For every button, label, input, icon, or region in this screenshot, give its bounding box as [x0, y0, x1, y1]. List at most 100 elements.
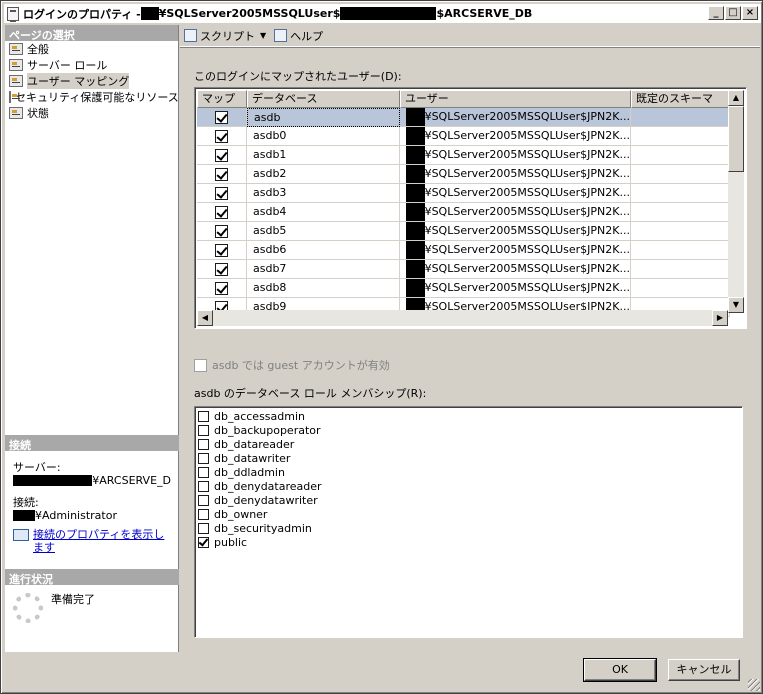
schema-cell[interactable] [631, 222, 730, 241]
map-checkbox[interactable] [215, 129, 228, 143]
role-item[interactable]: db_denydatareader [198, 479, 739, 493]
role-checkbox[interactable] [198, 410, 209, 422]
map-cell[interactable] [197, 108, 247, 127]
scroll-left-icon[interactable]: ◀ [197, 310, 213, 326]
database-cell[interactable]: asdb4 [247, 203, 400, 222]
map-checkbox[interactable] [215, 224, 228, 238]
role-checkbox[interactable] [198, 536, 209, 548]
database-cell[interactable]: asdb3 [247, 184, 400, 203]
user-cell[interactable]: ¥SQLServer2005MSSQLUser$JPN2K... [400, 127, 631, 146]
database-cell[interactable]: asdb5 [247, 222, 400, 241]
user-cell[interactable]: ¥SQLServer2005MSSQLUser$JPN2K... [400, 108, 631, 127]
map-cell[interactable] [197, 279, 247, 298]
sidebar-item[interactable]: サーバー ロール [5, 57, 178, 73]
role-item[interactable]: db_accessadmin [198, 409, 739, 423]
role-item[interactable]: db_datawriter [198, 451, 739, 465]
guest-enabled-checkbox[interactable] [194, 358, 207, 372]
scroll-down-icon[interactable]: ▼ [728, 297, 744, 313]
role-membership-list[interactable]: db_accessadmin db_backupoperator db_datare… [194, 406, 743, 638]
schema-cell[interactable] [631, 146, 730, 165]
schema-cell[interactable] [631, 108, 730, 127]
ok-button[interactable]: OK [583, 658, 657, 682]
role-checkbox[interactable] [198, 480, 209, 492]
title-bar[interactable]: ログインのプロパティ - ¥SQLServer2005MSSQLUser$ $A… [4, 4, 761, 23]
role-checkbox[interactable] [198, 508, 209, 520]
role-item[interactable]: public [198, 535, 739, 549]
user-cell[interactable]: ¥SQLServer2005MSSQLUser$JPN2K... [400, 241, 631, 260]
maximize-button[interactable]: □ [725, 6, 741, 20]
help-button[interactable]: ヘルプ [274, 28, 323, 44]
table-row[interactable]: asdb4 ¥SQLServer2005MSSQLUser$JPN2K... [197, 203, 730, 222]
cancel-button[interactable]: キャンセル [668, 659, 740, 681]
map-cell[interactable] [197, 165, 247, 184]
map-cell[interactable] [197, 127, 247, 146]
map-checkbox[interactable] [215, 148, 228, 162]
resize-grip-icon[interactable] [748, 679, 760, 691]
minimize-button[interactable]: _ [708, 6, 724, 20]
map-checkbox[interactable] [215, 205, 228, 219]
user-cell[interactable]: ¥SQLServer2005MSSQLUser$JPN2K... [400, 146, 631, 165]
role-item[interactable]: db_owner [198, 507, 739, 521]
role-checkbox[interactable] [198, 438, 209, 450]
role-item[interactable]: db_backupoperator [198, 423, 739, 437]
map-checkbox[interactable] [215, 167, 228, 181]
map-cell[interactable] [197, 146, 247, 165]
map-cell[interactable] [197, 260, 247, 279]
column-header-map[interactable]: マップ [197, 90, 247, 108]
schema-cell[interactable] [631, 260, 730, 279]
role-checkbox[interactable] [198, 466, 209, 478]
table-row[interactable]: asdb6 ¥SQLServer2005MSSQLUser$JPN2K... [197, 241, 730, 260]
map-cell[interactable] [197, 241, 247, 260]
map-cell[interactable] [197, 203, 247, 222]
table-row[interactable]: asdb7 ¥SQLServer2005MSSQLUser$JPN2K... [197, 260, 730, 279]
map-checkbox[interactable] [215, 262, 228, 276]
schema-cell[interactable] [631, 127, 730, 146]
column-header-user[interactable]: ユーザー [400, 90, 631, 108]
schema-cell[interactable] [631, 184, 730, 203]
column-header-database[interactable]: データベース [247, 90, 400, 108]
map-checkbox[interactable] [215, 186, 228, 200]
database-cell[interactable]: asdb0 [247, 127, 400, 146]
table-row[interactable]: asdb1 ¥SQLServer2005MSSQLUser$JPN2K... [197, 146, 730, 165]
map-checkbox[interactable] [215, 243, 228, 257]
map-checkbox[interactable] [215, 281, 228, 295]
user-cell[interactable]: ¥SQLServer2005MSSQLUser$JPN2K... [400, 165, 631, 184]
table-row[interactable]: asdb3 ¥SQLServer2005MSSQLUser$JPN2K... [197, 184, 730, 203]
role-checkbox[interactable] [198, 452, 209, 464]
schema-cell[interactable] [631, 165, 730, 184]
role-checkbox[interactable] [198, 424, 209, 436]
database-cell[interactable]: asdb [247, 108, 400, 127]
schema-cell[interactable] [631, 203, 730, 222]
database-cell[interactable]: asdb8 [247, 279, 400, 298]
horizontal-scrollbar[interactable]: ◀ ▶ [197, 310, 728, 326]
scroll-right-icon[interactable]: ▶ [712, 310, 728, 326]
chevron-down-icon[interactable]: ▼ [260, 31, 266, 40]
user-cell[interactable]: ¥SQLServer2005MSSQLUser$JPN2K... [400, 279, 631, 298]
vertical-scrollbar[interactable]: ▲ ▼ [728, 90, 744, 313]
scroll-thumb[interactable] [728, 106, 744, 172]
role-checkbox[interactable] [198, 494, 209, 506]
role-item[interactable]: db_ddladmin [198, 465, 739, 479]
role-item[interactable]: db_datareader [198, 437, 739, 451]
table-row[interactable]: asdb5 ¥SQLServer2005MSSQLUser$JPN2K... [197, 222, 730, 241]
schema-cell[interactable] [631, 241, 730, 260]
role-checkbox[interactable] [198, 522, 209, 534]
user-cell[interactable]: ¥SQLServer2005MSSQLUser$JPN2K... [400, 184, 631, 203]
role-item[interactable]: db_securityadmin [198, 521, 739, 535]
user-cell[interactable]: ¥SQLServer2005MSSQLUser$JPN2K... [400, 222, 631, 241]
user-cell[interactable]: ¥SQLServer2005MSSQLUser$JPN2K... [400, 203, 631, 222]
map-cell[interactable] [197, 184, 247, 203]
user-mapping-grid[interactable]: マップ データベース ユーザー 既定のスキーマ asdb ¥SQLServer20… [194, 87, 747, 329]
database-cell[interactable]: asdb1 [247, 146, 400, 165]
database-cell[interactable]: asdb2 [247, 165, 400, 184]
user-cell[interactable]: ¥SQLServer2005MSSQLUser$JPN2K... [400, 260, 631, 279]
database-cell[interactable]: asdb6 [247, 241, 400, 260]
map-cell[interactable] [197, 222, 247, 241]
view-connection-properties-link[interactable]: 接続のプロパティを表示します [33, 528, 171, 554]
database-cell[interactable]: asdb7 [247, 260, 400, 279]
table-row[interactable]: asdb0 ¥SQLServer2005MSSQLUser$JPN2K... [197, 127, 730, 146]
table-row[interactable]: asdb2 ¥SQLServer2005MSSQLUser$JPN2K... [197, 165, 730, 184]
sidebar-item[interactable]: 状態 [5, 105, 178, 121]
sidebar-item[interactable]: 全般 [5, 41, 178, 57]
table-row[interactable]: asdb8 ¥SQLServer2005MSSQLUser$JPN2K... [197, 279, 730, 298]
